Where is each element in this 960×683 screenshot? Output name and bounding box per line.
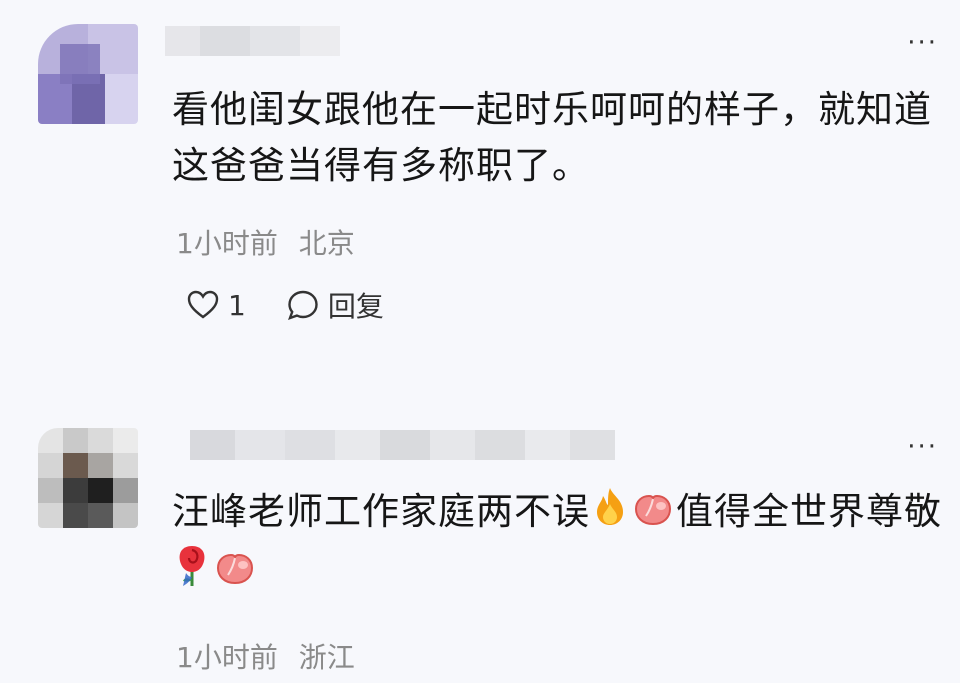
comment-item: ··· 汪峰老师工作家庭两不误 值得全世界尊敬 1小时前 浙江: [0, 400, 960, 683]
reply-button[interactable]: 回复: [328, 285, 384, 325]
comment-time: 1小时前: [176, 641, 278, 674]
comment-item: ··· 看他闺女跟他在一起时乐呵呵的样子，就知道这爸爸当得有多称职了。 1小时前…: [0, 0, 960, 400]
username-redacted[interactable]: [190, 430, 615, 460]
comment-text: 看他闺女跟他在一起时乐呵呵的样子，就知道这爸爸当得有多称职了。: [172, 88, 932, 187]
more-options-icon[interactable]: ···: [907, 434, 938, 460]
comment-time: 1小时前: [176, 227, 278, 260]
like-count: 1: [228, 288, 246, 322]
rose-emoji-icon: [175, 542, 209, 604]
peach-emoji-icon: [633, 486, 673, 542]
reply-bubble-icon[interactable]: [286, 288, 320, 322]
heart-icon[interactable]: [186, 288, 220, 322]
comment-location: 浙江: [298, 641, 355, 674]
avatar[interactable]: [38, 428, 138, 528]
comment-text: 汪峰老师工作家庭两不误 值得全世界尊敬: [172, 484, 942, 604]
comment-text-part: 汪峰老师工作家庭两不误: [172, 490, 590, 533]
username-redacted[interactable]: [165, 26, 340, 56]
comment-actions: 1 回复: [186, 287, 384, 323]
fire-emoji-icon: [593, 486, 627, 542]
comment-text-part: 值得全世界尊敬: [676, 490, 942, 533]
comment-meta: 1小时前 北京: [176, 222, 367, 262]
comment-location: 北京: [298, 227, 355, 260]
peach-emoji-icon: [215, 545, 255, 601]
avatar[interactable]: [38, 24, 138, 124]
more-options-icon[interactable]: ···: [907, 30, 938, 56]
comment-meta: 1小时前 浙江: [176, 636, 367, 676]
